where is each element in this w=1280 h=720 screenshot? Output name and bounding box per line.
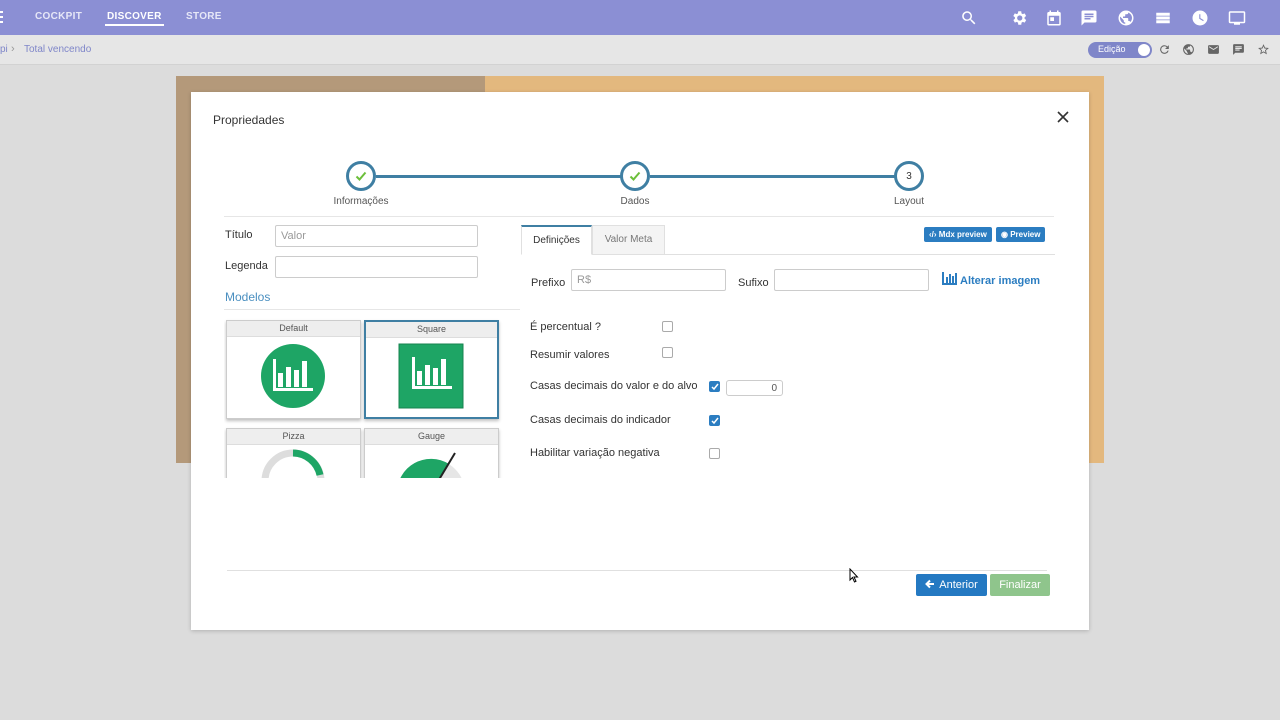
donut-chart-icon <box>261 449 325 478</box>
titulo-label: Título <box>225 229 253 241</box>
alterar-imagem-label: Alterar imagem <box>960 275 1041 287</box>
step-label-layout: Layout <box>893 196 925 207</box>
close-icon[interactable] <box>1055 109 1071 125</box>
model-card-gauge[interactable]: Gauge <box>364 428 499 478</box>
calendar-icon[interactable] <box>1045 9 1063 27</box>
step-connector <box>376 175 621 178</box>
model-card-pizza[interactable]: Pizza <box>226 428 361 478</box>
option-casas-decimais-valor-label: Casas decimais do valor e do alvo <box>530 380 698 392</box>
legenda-input[interactable] <box>275 256 478 278</box>
model-title: Default <box>227 321 360 337</box>
edit-mode-label: Edição <box>1098 44 1126 54</box>
models-grid: Default Square Pizza Gauge <box>224 318 504 478</box>
refresh-icon[interactable] <box>1158 43 1171 56</box>
breadcrumb-prev[interactable]: pi <box>0 44 8 55</box>
variacao-negativa-checkbox[interactable] <box>709 448 720 459</box>
sufixo-label: Sufixo <box>738 277 769 289</box>
search-icon[interactable] <box>960 9 978 27</box>
resumir-checkbox[interactable] <box>662 347 673 358</box>
preview-label: Preview <box>1010 230 1041 239</box>
model-preview <box>227 337 360 419</box>
percentual-checkbox[interactable] <box>662 321 673 332</box>
step-dados[interactable] <box>620 161 650 191</box>
step-layout[interactable]: 3 <box>894 161 924 191</box>
eye-icon: ◉ <box>1001 230 1008 239</box>
prefixo-label: Prefixo <box>531 277 566 289</box>
titulo-input[interactable] <box>275 225 478 247</box>
model-preview <box>365 445 498 478</box>
chevron-right-icon: › <box>11 43 15 55</box>
step-label-informacoes: Informações <box>333 196 389 207</box>
option-percentual-label: É percentual ? <box>530 321 601 333</box>
list-icon[interactable] <box>1154 9 1172 27</box>
breadcrumb-current[interactable]: Total vencendo <box>24 44 91 55</box>
bar-chart-icon <box>261 344 325 408</box>
model-title: Pizza <box>227 429 360 445</box>
alterar-imagem-link[interactable]: Alterar imagem <box>941 272 1040 287</box>
prefixo-input[interactable] <box>571 269 726 291</box>
check-icon <box>355 171 367 181</box>
globe-icon[interactable] <box>1117 9 1135 27</box>
toggle-knob <box>1138 44 1150 56</box>
model-preview <box>366 338 497 420</box>
model-card-square[interactable]: Square <box>364 320 499 419</box>
tab-valor-meta[interactable]: Valor Meta <box>592 225 665 255</box>
mdx-preview-label: Mdx preview <box>938 230 987 239</box>
check-icon <box>629 171 641 181</box>
casas-decimais-indicador-checkbox[interactable] <box>709 415 720 426</box>
check-icon <box>711 417 719 425</box>
option-variacao-negativa-label: Habilitar variação negativa <box>530 447 660 459</box>
modal-title: Propriedades <box>213 113 285 127</box>
legenda-label: Legenda <box>225 260 268 272</box>
nav-cockpit[interactable]: COCKPIT <box>35 0 82 35</box>
edit-mode-toggle[interactable]: Edição <box>1088 42 1152 58</box>
mail-icon[interactable] <box>1207 43 1220 56</box>
clock-icon[interactable] <box>1191 9 1209 27</box>
divider <box>227 570 1047 571</box>
divider <box>224 309 520 310</box>
bar-chart-icon <box>942 272 957 285</box>
nav-discover[interactable]: DISCOVER <box>105 0 164 35</box>
mdx-preview-button[interactable]: ‹/› Mdx preview <box>924 227 992 242</box>
decimais-input[interactable] <box>726 380 783 396</box>
code-icon: ‹/› <box>929 230 937 239</box>
option-casas-decimais-indicador-label: Casas decimais do indicador <box>530 414 671 426</box>
model-title: Gauge <box>365 429 498 445</box>
mouse-cursor-icon <box>849 568 859 583</box>
model-card-default[interactable]: Default <box>226 320 361 419</box>
finalizar-button[interactable]: Finalizar <box>990 574 1050 596</box>
anterior-button[interactable]: Anterior <box>916 574 987 596</box>
gauge-icon <box>400 452 462 478</box>
step-informacoes[interactable] <box>346 161 376 191</box>
arrow-left-icon <box>925 579 935 589</box>
divider <box>224 216 1054 217</box>
bar-chart-icon <box>398 343 464 409</box>
properties-modal: Propriedades Informações Dados 3 Layout … <box>191 92 1089 630</box>
model-title: Square <box>366 322 497 338</box>
star-icon[interactable] <box>1257 43 1270 56</box>
option-resumir-label: Resumir valores <box>530 349 610 361</box>
tab-definicoes[interactable]: Definições <box>521 225 592 255</box>
chat-icon[interactable] <box>1080 9 1098 27</box>
step-connector <box>650 175 895 178</box>
step-number: 3 <box>906 170 912 182</box>
monitor-icon[interactable] <box>1228 9 1246 27</box>
nav-store[interactable]: STORE <box>186 0 222 35</box>
comment-icon[interactable] <box>1232 43 1245 56</box>
menu-icon[interactable] <box>0 10 3 24</box>
sufixo-input[interactable] <box>774 269 929 291</box>
check-icon <box>711 383 719 391</box>
model-preview <box>227 445 360 478</box>
globe-icon[interactable] <box>1182 43 1195 56</box>
preview-button[interactable]: ◉ Preview <box>996 227 1046 242</box>
casas-decimais-valor-checkbox[interactable] <box>709 381 720 392</box>
step-label-dados: Dados <box>620 196 650 207</box>
gear-icon[interactable] <box>1010 9 1028 27</box>
anterior-label: Anterior <box>939 579 978 591</box>
top-navigation-bar: COCKPIT DISCOVER STORE <box>0 0 1280 35</box>
modelos-title: Modelos <box>225 290 271 304</box>
